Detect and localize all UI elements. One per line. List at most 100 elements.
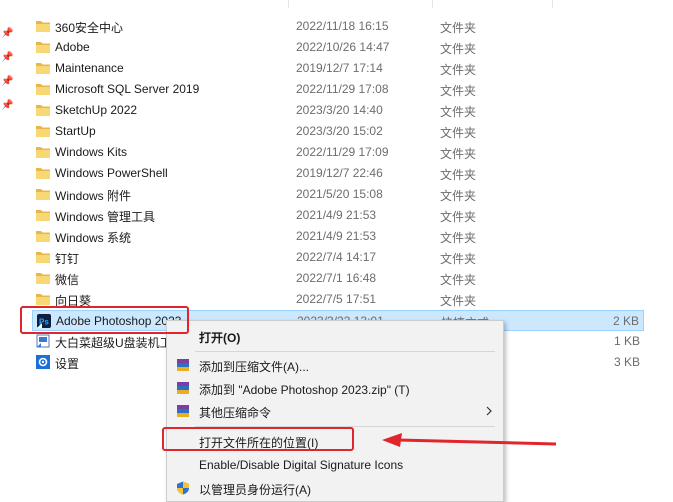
menu-item-open[interactable]: 打开(O) xyxy=(167,325,503,347)
file-type: 文件夹 xyxy=(440,252,477,266)
menu-item-add-to-archive[interactable]: 添加到压缩文件(A)... xyxy=(167,354,503,376)
menu-label: Enable/Disable Digital Signature Icons xyxy=(199,458,404,472)
pin-icon[interactable]: 📌 xyxy=(1,28,13,40)
file-size: 1 KB xyxy=(613,334,640,348)
file-type: 文件夹 xyxy=(440,21,477,35)
file-row[interactable]: Windows 管理工具 2021/4/9 21:53 文件夹 xyxy=(32,205,644,226)
column-divider[interactable] xyxy=(288,0,289,8)
file-row[interactable]: 钉钉 2022/7/4 14:17 文件夹 xyxy=(32,247,644,268)
file-date: 2022/11/29 17:08 xyxy=(296,82,389,96)
highlight-box-open-location xyxy=(162,427,354,451)
file-row[interactable]: Windows 系统 2021/4/9 21:53 文件夹 xyxy=(32,226,644,247)
folder-icon xyxy=(36,210,50,221)
pin-icon[interactable]: 📌 xyxy=(1,76,13,88)
file-date: 2021/4/9 21:53 xyxy=(296,229,377,243)
file-type: 文件夹 xyxy=(440,231,477,245)
file-name: Maintenance xyxy=(55,61,124,75)
file-type: 文件夹 xyxy=(440,126,477,140)
file-name: Microsoft SQL Server 2019 xyxy=(55,82,200,96)
file-row[interactable]: Maintenance 2019/12/7 17:14 文件夹 xyxy=(32,58,644,79)
folder-icon xyxy=(36,147,50,158)
navigation-pane: 📌 📌 📌 📌 xyxy=(0,0,14,494)
pin-icon[interactable]: 📌 xyxy=(1,52,13,64)
menu-label: 添加到压缩文件(A)... xyxy=(199,360,309,374)
pin-icon[interactable]: 📌 xyxy=(1,100,13,112)
column-divider[interactable] xyxy=(552,0,553,8)
file-row[interactable]: SketchUp 2022 2023/3/20 14:40 文件夹 xyxy=(32,100,644,121)
column-divider[interactable] xyxy=(432,0,433,8)
highlight-box-photoshop xyxy=(20,306,189,334)
folder-icon xyxy=(36,42,50,53)
file-name: 钉钉 xyxy=(55,252,80,266)
menu-label: 打开(O) xyxy=(199,331,241,345)
file-date: 2023/3/20 15:02 xyxy=(296,124,383,138)
folder-icon xyxy=(36,126,50,137)
folder-icon xyxy=(36,105,50,116)
annotation-arrow-icon xyxy=(382,433,557,447)
file-row[interactable]: StartUp 2023/3/20 15:02 文件夹 xyxy=(32,121,644,142)
file-type: 文件夹 xyxy=(440,210,477,224)
file-name: SketchUp 2022 xyxy=(55,103,138,117)
menu-label: 以管理员身份运行(A) xyxy=(199,483,311,497)
menu-item-other-compress[interactable]: 其他压缩命令 xyxy=(167,400,503,422)
file-name: 设置 xyxy=(55,357,80,371)
file-date: 2021/4/9 21:53 xyxy=(296,208,377,222)
file-type: 文件夹 xyxy=(440,168,477,182)
menu-label: 添加到 "Adobe Photoshop 2023.zip" (T) xyxy=(199,383,410,397)
menu-label: 其他压缩命令 xyxy=(199,406,272,420)
folder-icon xyxy=(36,84,50,95)
file-row[interactable]: 360安全中心 2022/11/18 16:15 文件夹 xyxy=(32,16,644,37)
file-row[interactable]: Microsoft SQL Server 2019 2022/11/29 17:0… xyxy=(32,79,644,100)
file-name: StartUp xyxy=(55,124,96,138)
file-date: 2019/12/7 22:46 xyxy=(296,166,383,180)
settings-shortcut-icon xyxy=(36,355,50,369)
file-name: Adobe xyxy=(55,40,90,54)
file-type: 文件夹 xyxy=(440,294,477,308)
folder-icon xyxy=(36,294,50,305)
folder-icon xyxy=(36,168,50,179)
folder-icon xyxy=(36,189,50,200)
file-type: 文件夹 xyxy=(440,42,477,56)
folder-icon xyxy=(36,231,50,242)
file-date: 2022/7/4 14:17 xyxy=(296,250,377,264)
file-row[interactable]: 微信 2022/7/1 16:48 文件夹 xyxy=(32,268,644,289)
file-name: 大白菜超级U盘装机工具 xyxy=(55,336,184,350)
file-type: 文件夹 xyxy=(440,147,477,161)
context-menu: 打开(O) 添加到压缩文件(A)... 添加到 "Adobe Photoshop… xyxy=(166,320,504,502)
folder-icon xyxy=(36,63,50,74)
winrar-icon xyxy=(177,382,189,394)
file-name: Windows 附件 xyxy=(55,189,132,203)
winrar-icon xyxy=(177,359,189,371)
menu-separator xyxy=(195,351,495,352)
folder-icon xyxy=(36,273,50,284)
menu-item-digital-signature[interactable]: Enable/Disable Digital Signature Icons xyxy=(167,454,503,476)
file-type: 文件夹 xyxy=(440,84,477,98)
winrar-icon xyxy=(177,405,189,417)
file-row[interactable]: Windows PowerShell 2019/12/7 22:46 文件夹 xyxy=(32,163,644,184)
file-type: 文件夹 xyxy=(440,273,477,287)
uac-shield-icon xyxy=(177,481,189,495)
file-type: 文件夹 xyxy=(440,63,477,77)
file-date: 2022/11/29 17:09 xyxy=(296,145,389,159)
file-date: 2022/7/1 16:48 xyxy=(296,271,377,285)
file-row[interactable]: Windows 附件 2021/5/20 15:08 文件夹 xyxy=(32,184,644,205)
file-name: Windows Kits xyxy=(55,145,128,159)
folder-icon xyxy=(36,252,50,263)
file-type: 文件夹 xyxy=(440,189,477,203)
file-row[interactable]: Adobe 2022/10/26 14:47 文件夹 xyxy=(32,37,644,58)
menu-item-add-to-zip[interactable]: 添加到 "Adobe Photoshop 2023.zip" (T) xyxy=(167,377,503,399)
file-name: 360安全中心 xyxy=(55,21,124,35)
shortcut-app-icon xyxy=(36,334,50,348)
file-row[interactable]: Windows Kits 2022/11/29 17:09 文件夹 xyxy=(32,142,644,163)
folder-icon xyxy=(36,21,50,32)
file-date: 2022/10/26 14:47 xyxy=(296,40,390,54)
file-date: 2021/5/20 15:08 xyxy=(296,187,383,201)
file-name: 微信 xyxy=(55,273,80,287)
chevron-right-icon xyxy=(486,406,492,416)
file-date: 2022/7/5 17:51 xyxy=(296,292,377,306)
file-date: 2023/3/20 14:40 xyxy=(296,103,383,117)
file-size: 3 KB xyxy=(613,355,640,369)
file-type: 文件夹 xyxy=(440,105,477,119)
menu-item-run-as-admin[interactable]: 以管理员身份运行(A) xyxy=(167,477,503,499)
file-name: Windows 系统 xyxy=(55,231,132,245)
